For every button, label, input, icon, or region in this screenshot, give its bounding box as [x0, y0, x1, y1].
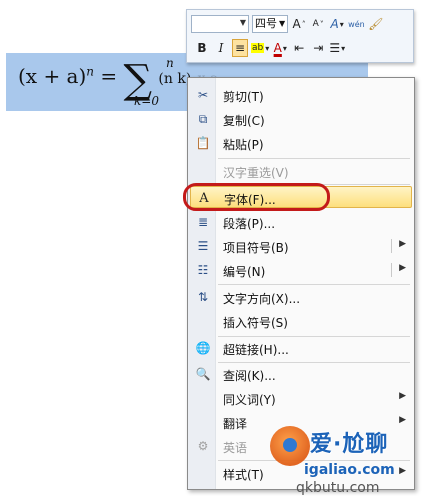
menu-item-label: 超链接(H)... — [223, 343, 289, 357]
english-help-icon: ⚙ — [197, 439, 209, 453]
bullets-icon: ☰ — [197, 239, 209, 253]
watermark-brand: 爱·尬聊 — [310, 432, 389, 457]
watermark-domain: igaliao.com — [304, 462, 395, 478]
menu-item-label: 项目符号(B) — [223, 241, 289, 255]
equation-lhs-exponent: n — [86, 64, 95, 79]
text-direction-icon: ⇅ — [197, 290, 209, 304]
equation-equals: = — [94, 64, 124, 88]
menu-item-cut[interactable]: ✂ 剪切(T) — [190, 84, 412, 106]
highlight-color-button[interactable]: ab ▾ — [251, 39, 269, 57]
menu-item-label: 翻译 — [223, 417, 248, 431]
styles-button[interactable]: A ▾ — [329, 15, 345, 33]
increase-indent-icon: ⇥ — [313, 41, 324, 55]
menu-item-label: 剪切(T) — [223, 90, 264, 104]
bullets-button[interactable]: ☰ ▾ — [329, 39, 345, 57]
watermark: 爱·尬聊 igaliao.com qkbutu.com — [270, 424, 420, 496]
menu-item-reconvert[interactable]: 汉字重选(V) — [190, 160, 412, 182]
chevron-down-icon: ▾ — [341, 43, 346, 53]
sum-upper-limit: n — [166, 56, 174, 70]
format-painter-button[interactable]: 🖌 — [368, 15, 384, 33]
font-color-button[interactable]: A ▾ — [272, 39, 288, 57]
logo-dot — [283, 438, 297, 452]
menu-item-synonyms[interactable]: 同义词(Y) ▶ — [190, 387, 412, 409]
hyperlink-icon: 🌐 — [195, 341, 211, 355]
menu-separator — [218, 284, 410, 285]
highlighter-icon: ab — [251, 43, 265, 53]
menu-item-label: 英语 — [223, 441, 248, 455]
lookup-icon: 🔍 — [195, 367, 211, 381]
menu-item-label: 粘贴(P) — [223, 138, 264, 152]
chevron-down-icon: ▾ — [339, 19, 344, 29]
menu-item-label: 查阅(K)... — [223, 369, 276, 383]
phonetic-guide-button[interactable]: wén — [348, 15, 365, 33]
menu-item-text-direction[interactable]: ⇅ 文字方向(X)... — [190, 286, 412, 308]
chevron-down-icon: ▾ — [282, 43, 287, 53]
submenu-arrow-icon: ▶ — [399, 239, 406, 249]
paste-icon: 📋 — [195, 136, 211, 150]
menu-item-label: 汉字重选(V) — [223, 166, 289, 180]
copy-icon: ⧉ — [198, 111, 208, 126]
mini-toolbar: ▼ 四号 ▼ A ˄ A ˅ A ▾ wén 🖌 B I ≡ ab ▾ A ▾ ⇤ — [186, 9, 414, 63]
bold-icon: B — [197, 41, 207, 55]
equation-lhs: (x + a) — [18, 64, 87, 88]
phonetic-guide-icon: wén — [348, 19, 365, 29]
font-name-dropdown[interactable]: ▼ — [191, 15, 249, 33]
submenu-divider — [391, 239, 392, 253]
bullets-icon: ☰ — [329, 41, 341, 55]
format-painter-icon: 🖌 — [368, 17, 384, 31]
grow-font-button[interactable]: A ˄ — [291, 15, 307, 33]
submenu-arrow-icon: ▶ — [399, 391, 406, 401]
menu-item-insert-symbol[interactable]: 插入符号(S) — [190, 310, 412, 332]
menu-item-bullets[interactable]: ☰ 项目符号(B) ▶ — [190, 235, 412, 257]
submenu-divider — [391, 263, 392, 277]
numbering-icon: ☷ — [197, 263, 209, 277]
font-color-icon: A — [273, 41, 282, 55]
menu-item-label: 同义词(Y) — [223, 393, 276, 407]
menu-item-copy[interactable]: ⧉ 复制(C) — [190, 108, 412, 130]
menu-item-label: 文字方向(X)... — [223, 292, 301, 306]
shrink-font-button[interactable]: A ˅ — [310, 15, 326, 33]
menu-item-label: 段落(P)... — [223, 217, 276, 231]
sum-lower-limit: k=0 — [134, 94, 159, 108]
styles-icon: A — [330, 17, 339, 31]
scissors-icon: ✂ — [197, 88, 209, 102]
menu-item-numbering[interactable]: ☷ 编号(N) ▶ — [190, 259, 412, 281]
menu-item-label: 样式(T) — [223, 468, 264, 482]
menu-item-lookup[interactable]: 🔍 查阅(K)... — [190, 363, 412, 385]
paragraph-icon: ≣ — [197, 215, 209, 229]
increase-indent-button[interactable]: ⇥ — [310, 39, 326, 57]
menu-item-paragraph[interactable]: ≣ 段落(P)... — [190, 211, 412, 233]
down-arrow-icon: ˅ — [319, 19, 324, 29]
chevron-down-icon: ▼ — [279, 19, 286, 28]
grow-font-icon: A — [292, 17, 301, 31]
font-size-value: 四号 — [255, 17, 277, 30]
chevron-down-icon: ▼ — [239, 18, 246, 27]
italic-button[interactable]: I — [213, 39, 229, 57]
chevron-down-icon: ▾ — [265, 43, 270, 53]
up-arrow-icon: ˄ — [301, 19, 306, 29]
menu-item-paste[interactable]: 📋 粘贴(P) — [190, 132, 412, 154]
decrease-indent-icon: ⇤ — [294, 41, 305, 55]
highlight-oval — [183, 183, 330, 211]
menu-item-label: 插入符号(S) — [223, 316, 288, 330]
font-size-dropdown[interactable]: 四号 ▼ — [252, 15, 289, 33]
menu-item-label: 编号(N) — [223, 265, 266, 279]
center-align-button[interactable]: ≡ — [232, 39, 248, 57]
shrink-font-icon: A — [312, 19, 319, 29]
bold-button[interactable]: B — [194, 39, 210, 57]
menu-item-hyperlink[interactable]: 🌐 超链接(H)... — [190, 337, 412, 359]
decrease-indent-button[interactable]: ⇤ — [291, 39, 307, 57]
center-align-icon: ≡ — [234, 41, 246, 55]
italic-icon: I — [218, 41, 224, 55]
menu-item-label: 复制(C) — [223, 114, 265, 128]
watermark-logo-icon — [270, 426, 310, 466]
menu-separator — [218, 158, 410, 159]
submenu-arrow-icon: ▶ — [399, 263, 406, 273]
